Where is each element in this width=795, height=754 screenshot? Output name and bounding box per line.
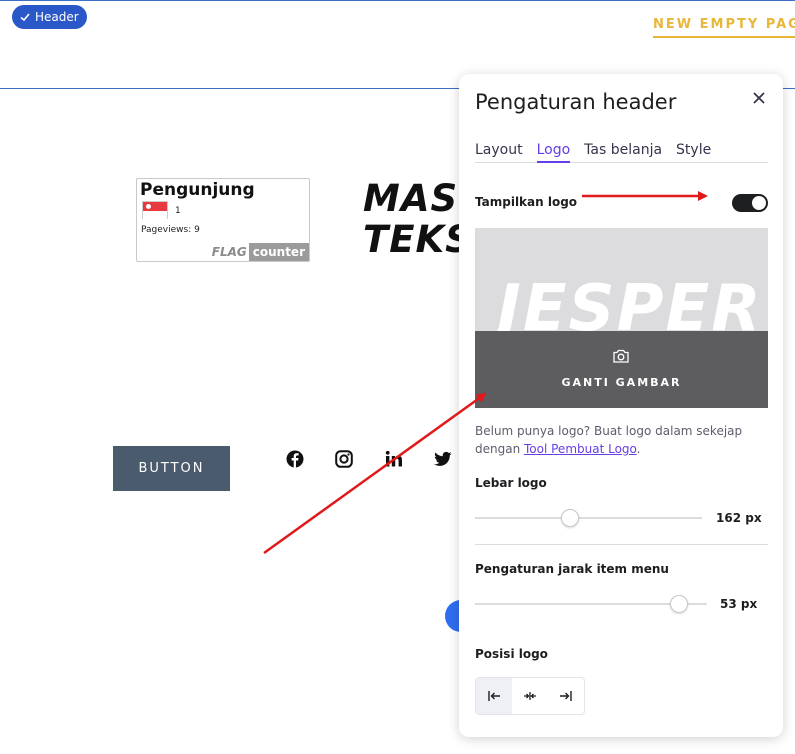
counter-title: Pengunjung bbox=[140, 180, 255, 200]
show-logo-label: Tampilkan logo bbox=[475, 195, 578, 209]
align-left-icon bbox=[488, 691, 500, 701]
logo-help-text: Belum punya logo? Buat logo dalam sekeja… bbox=[475, 422, 765, 458]
singapore-flag-icon bbox=[142, 201, 168, 219]
flag-counter-brand-counter: counter bbox=[248, 243, 309, 261]
flag-counter-brand-flag: FLAG bbox=[211, 245, 247, 259]
logo-help-suffix: . bbox=[636, 442, 641, 456]
align-center-icon bbox=[524, 692, 536, 700]
logo-maker-link[interactable]: Tool Pembuat Logo bbox=[524, 442, 637, 456]
logo-width-track bbox=[475, 517, 702, 519]
counter-pageviews: Pageviews: 9 bbox=[141, 225, 200, 235]
logo-width-value: 162 px bbox=[716, 511, 762, 525]
change-image-label: GANTI GAMBAR bbox=[561, 376, 682, 389]
header-badge-label: Header bbox=[35, 10, 79, 24]
checkmark-icon bbox=[20, 13, 30, 22]
logo-preview[interactable]: JESPER GANTI GAMBAR bbox=[475, 228, 768, 408]
change-image-overlay[interactable]: GANTI GAMBAR bbox=[475, 331, 768, 408]
menu-spacing-label: Pengaturan jarak item menu bbox=[475, 562, 669, 576]
header-top-border bbox=[0, 0, 795, 1]
counter-visitor-count: 1 bbox=[175, 206, 181, 216]
twitter-icon[interactable] bbox=[434, 450, 452, 468]
menu-spacing-slider[interactable] bbox=[475, 594, 707, 614]
header-settings-panel: Pengaturan header Layout Logo Tas belanj… bbox=[459, 74, 783, 737]
annotation-arrow-logo bbox=[263, 392, 487, 555]
logo-position-center[interactable] bbox=[512, 678, 548, 714]
panel-tabs: Layout Logo Tas belanja Style bbox=[475, 142, 768, 163]
hero-heading-line1: MAS bbox=[363, 177, 459, 220]
menu-spacing-value: 53 px bbox=[720, 597, 758, 611]
flag-counter-logo: FLAG counter bbox=[210, 243, 309, 261]
nav-link-new-empty-page[interactable]: NEW EMPTY PAG bbox=[653, 17, 795, 38]
header-section-badge[interactable]: Header bbox=[12, 5, 87, 29]
align-right-icon bbox=[560, 691, 572, 701]
instagram-icon[interactable] bbox=[335, 450, 353, 468]
show-logo-toggle[interactable] bbox=[732, 194, 768, 212]
logo-position-right[interactable] bbox=[548, 678, 584, 714]
website-builder-canvas: Header NEW EMPTY PAG Pengunjung 1 Pagevi… bbox=[0, 0, 795, 754]
hero-heading[interactable]: MAS TEKS bbox=[363, 178, 473, 260]
hero-heading-line2: TEKS bbox=[363, 218, 473, 261]
logo-width-label: Lebar logo bbox=[475, 476, 547, 490]
logo-position-group bbox=[475, 677, 585, 715]
tab-logo[interactable]: Logo bbox=[536, 142, 571, 163]
logo-position-label: Posisi logo bbox=[475, 647, 548, 661]
close-icon[interactable] bbox=[751, 90, 767, 106]
flag-counter-widget[interactable]: Pengunjung 1 Pageviews: 9 FLAG counter bbox=[136, 178, 310, 262]
panel-title: Pengaturan header bbox=[475, 90, 677, 114]
logo-width-slider[interactable] bbox=[475, 508, 702, 528]
facebook-icon[interactable] bbox=[286, 450, 304, 468]
tab-style[interactable]: Style bbox=[676, 142, 711, 163]
logo-width-thumb[interactable] bbox=[561, 509, 579, 527]
camera-icon bbox=[613, 349, 629, 363]
cta-button[interactable]: BUTTON bbox=[113, 446, 230, 491]
linkedin-icon[interactable] bbox=[385, 450, 403, 468]
section-divider bbox=[475, 544, 768, 545]
logo-position-left[interactable] bbox=[476, 678, 512, 714]
tab-layout[interactable]: Layout bbox=[475, 142, 523, 163]
tab-shopping-bag[interactable]: Tas belanja bbox=[584, 142, 662, 163]
menu-spacing-thumb[interactable] bbox=[670, 595, 688, 613]
